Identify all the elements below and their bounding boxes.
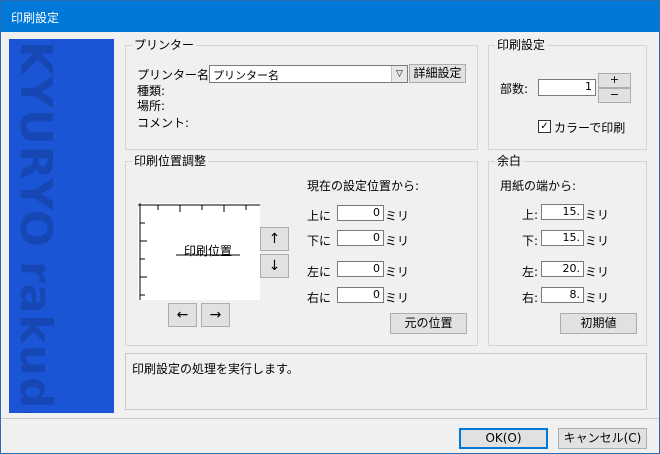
preview-label: 印刷位置 bbox=[184, 244, 233, 258]
margin-top-label: 上: bbox=[522, 208, 539, 222]
margin-legend: 余白 bbox=[495, 154, 524, 168]
margin-bottom-input[interactable]: 15. bbox=[541, 230, 584, 246]
offset-right-unit: ミリ bbox=[385, 291, 410, 305]
offset-up-input[interactable]: 0 bbox=[337, 205, 384, 221]
status-panel: 印刷設定の処理を実行します。 bbox=[125, 353, 647, 410]
position-from-label: 現在の設定位置から: bbox=[307, 179, 420, 193]
printer-name-value: プリンター名 bbox=[213, 69, 279, 82]
copies-increment-button[interactable]: + bbox=[598, 73, 631, 88]
offset-down-unit: ミリ bbox=[385, 234, 410, 248]
title-bar: 印刷設定 bbox=[1, 1, 659, 32]
offset-right-input[interactable]: 0 bbox=[337, 287, 384, 303]
margin-top-input[interactable]: 15. bbox=[541, 204, 584, 220]
color-print-label: カラーで印刷 bbox=[554, 121, 626, 135]
offset-down-input[interactable]: 0 bbox=[337, 230, 384, 246]
print-settings-legend: 印刷設定 bbox=[495, 38, 548, 52]
margin-top-unit: ミリ bbox=[585, 208, 610, 222]
footer-divider bbox=[1, 418, 659, 419]
window-title: 印刷設定 bbox=[11, 11, 60, 25]
printer-location-label: 場所: bbox=[137, 99, 166, 113]
margin-bottom-label: 下: bbox=[522, 234, 539, 248]
printer-group: プリンター プリンター名: プリンター名 ▽ 詳細設定 種類: 場所: コメント… bbox=[125, 38, 478, 150]
offset-left-unit: ミリ bbox=[385, 265, 410, 279]
move-up-button[interactable]: ↑ bbox=[260, 227, 289, 251]
printer-legend: プリンター bbox=[132, 38, 197, 52]
offset-down-label: 下に bbox=[307, 234, 332, 248]
move-right-button[interactable]: → bbox=[201, 303, 230, 327]
position-adjust-group: 印刷位置調整 現在の設定位置から: 印刷位置 ↑ ↓ ← → 上に 0 ミリ 下… bbox=[125, 154, 478, 346]
offset-right-label: 右に bbox=[307, 291, 332, 305]
offset-up-label: 上に bbox=[307, 209, 332, 223]
print-settings-group: 印刷設定 部数: 1 + − ✓ カラーで印刷 bbox=[488, 38, 647, 150]
move-left-button[interactable]: ← bbox=[168, 303, 197, 327]
position-legend: 印刷位置調整 bbox=[132, 154, 209, 168]
margin-right-input[interactable]: 8. bbox=[541, 287, 584, 303]
printer-comment-label: コメント: bbox=[137, 116, 190, 130]
offset-up-unit: ミリ bbox=[385, 209, 410, 223]
margin-right-label: 右: bbox=[522, 291, 539, 305]
brand-banner: KYURYO rakuda bbox=[9, 39, 114, 413]
margin-right-unit: ミリ bbox=[585, 291, 610, 305]
margin-left-unit: ミリ bbox=[585, 265, 610, 279]
printer-name-select[interactable]: プリンター名 ▽ bbox=[209, 65, 408, 83]
copies-label: 部数: bbox=[500, 82, 529, 96]
ok-button[interactable]: OK(O) bbox=[459, 428, 548, 449]
reset-position-button[interactable]: 元の位置 bbox=[390, 313, 467, 334]
offset-left-label: 左に bbox=[307, 265, 332, 279]
color-print-checkbox[interactable]: ✓ bbox=[538, 120, 551, 133]
copies-decrement-button[interactable]: − bbox=[598, 88, 631, 103]
printer-name-label: プリンター名: bbox=[137, 68, 214, 82]
banner-text-kyuryo: KYURYO bbox=[10, 41, 61, 248]
chevron-down-icon[interactable]: ▽ bbox=[391, 66, 407, 82]
offset-left-input[interactable]: 0 bbox=[337, 261, 384, 277]
banner-text-rakuda: rakuda bbox=[10, 261, 61, 413]
margin-group: 余白 用紙の端から: 上: 15. ミリ 下: 15. ミリ 左: 20. ミリ… bbox=[488, 154, 647, 346]
margin-bottom-unit: ミリ bbox=[585, 234, 610, 248]
initial-values-button[interactable]: 初期値 bbox=[560, 313, 637, 334]
details-button[interactable]: 詳細設定 bbox=[409, 64, 466, 83]
copies-input[interactable]: 1 bbox=[538, 79, 596, 96]
margin-left-input[interactable]: 20. bbox=[541, 261, 584, 277]
move-down-button[interactable]: ↓ bbox=[260, 254, 289, 278]
cancel-button[interactable]: キャンセル(C) bbox=[558, 428, 647, 449]
print-settings-dialog: 印刷設定 KYURYO rakuda プリンター プリンター名: プリンター名 … bbox=[0, 0, 660, 454]
margin-from-label: 用紙の端から: bbox=[500, 179, 577, 193]
margin-left-label: 左: bbox=[522, 265, 539, 279]
status-message: 印刷設定の処理を実行します。 bbox=[132, 362, 299, 376]
